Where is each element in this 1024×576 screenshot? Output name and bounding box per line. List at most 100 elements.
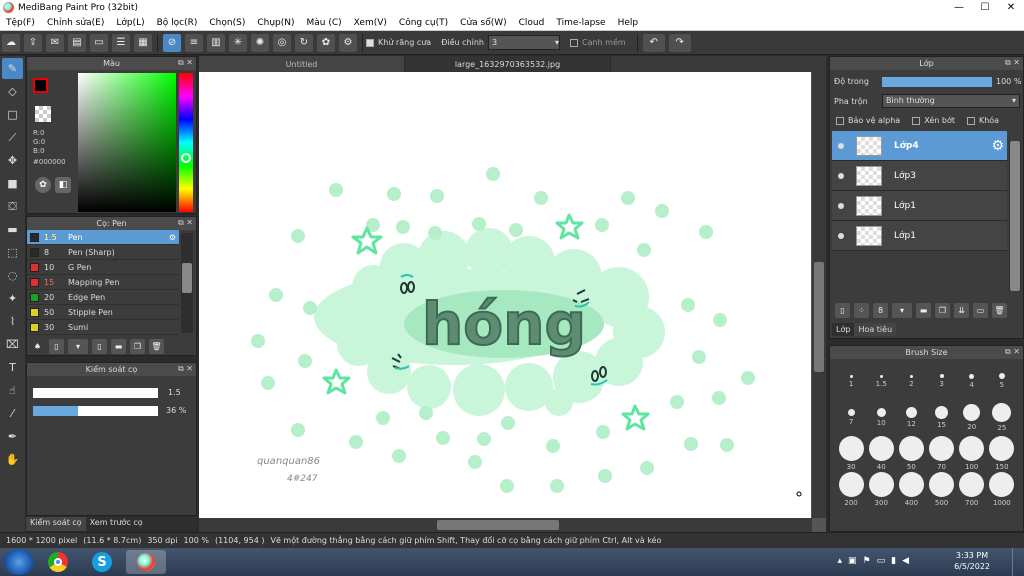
skype-icon[interactable]: S [82,550,122,574]
brush-size-cell[interactable]: 1.5 [867,363,895,399]
menu-view[interactable]: Xem(V) [348,18,393,28]
brush-size-cell[interactable]: 4 [958,363,986,399]
brush-item[interactable]: 8 Pen (Sharp) [27,245,179,260]
brush-item[interactable]: 15 Mapping Pen [27,275,179,290]
chat-icon[interactable]: ▤ [68,33,86,52]
windows-start-icon[interactable] [4,549,34,575]
trash-icon[interactable]: 🗑 [149,338,164,354]
brush-size-cell[interactable]: 700 [958,471,986,507]
brush-size-cell[interactable]: 100 [958,435,986,471]
clip-checkbox[interactable]: Xén bớt [912,116,955,125]
new-brush-icon[interactable]: ▯ [49,338,64,354]
curve-snap-icon[interactable]: ↻ [295,33,313,52]
brush-size-cell[interactable]: 15 [928,399,956,435]
bucket-tool-icon[interactable]: ⛋ [2,196,23,217]
tray-app-icon[interactable]: ▣ [848,556,857,566]
brush-size-cell[interactable]: 3 [928,363,956,399]
brush-opacity-slider[interactable] [33,406,158,416]
grid-icon[interactable]: ▦ [134,33,152,52]
menu-file[interactable]: Tệp(F) [0,18,41,28]
layer-row[interactable]: Lớp1 [832,191,1007,221]
maximize-button[interactable]: ☐ [972,0,998,15]
brush-size-slider[interactable] [33,388,158,398]
add-layer-menu-icon[interactable]: ▾ [892,302,912,318]
comment-icon[interactable]: ✉ [46,33,64,52]
flag-icon[interactable]: ⚑ [863,556,871,566]
brush-size-cell[interactable]: 500 [928,471,956,507]
text-tool-icon[interactable]: T [2,357,23,378]
lock-checkbox[interactable]: Khóa [966,116,999,125]
duplicate-icon[interactable]: ❐ [935,302,950,318]
brush-size-cell[interactable]: 200 [837,471,865,507]
brush-size-cell[interactable]: 2 [897,363,925,399]
menu-color[interactable]: Màu (C) [301,18,348,28]
correction-select[interactable]: 3 ▾ [487,35,560,50]
brush-size-cell[interactable]: 7 [837,399,865,435]
settings-snap-icon[interactable]: ✿ [317,33,335,52]
list-icon[interactable]: ☰ [112,33,130,52]
line-tool-icon[interactable]: ⟋ [2,127,23,148]
saturation-value-picker[interactable] [78,73,176,212]
tab-brush-control[interactable]: Kiểm soát cọ [26,517,86,531]
merge-icon[interactable]: ⇊ [954,302,969,318]
network-icon[interactable]: ▮ [891,556,896,566]
close-button[interactable]: ✕ [998,0,1024,15]
brush-tool-icon[interactable]: ✎ [2,58,23,79]
panel-close-icon[interactable]: ⧉ ✕ [1005,58,1020,68]
canvas[interactable]: hóng quanquan86 4#247 [199,72,811,518]
radial-snap-icon[interactable]: ✺ [251,33,269,52]
antialias-checkbox[interactable] [366,38,374,47]
brush-size-cell[interactable]: 10 [867,399,895,435]
folder-icon[interactable]: ▬ [111,338,126,354]
gradient-tool-icon[interactable]: ▬ [2,219,23,240]
layer-list-scrollbar[interactable] [1009,141,1021,291]
tab-image[interactable]: large_1632970363532.jpg [405,56,611,72]
menu-tools[interactable]: Công cụ(T) [393,18,454,28]
layer-row[interactable]: Lớp4 ⚙ [832,131,1007,161]
gear-icon[interactable]: ⚙ [991,138,1004,154]
layer-opacity-slider[interactable] [882,77,992,87]
page-icon[interactable]: ▭ [90,33,108,52]
move-tool-icon[interactable]: ✥ [2,150,23,171]
fill-rect-tool-icon[interactable]: ■ [2,173,23,194]
brush-size-cell[interactable]: 30 [837,435,865,471]
foreground-swatch[interactable] [33,78,48,93]
clear-icon[interactable]: ▭ [973,302,988,318]
folder-icon[interactable]: ▬ [916,302,931,318]
color-settings-icon[interactable]: ◧ [55,177,71,193]
brush-size-cell[interactable]: 20 [958,399,986,435]
smooth-checkbox[interactable] [569,38,578,47]
brush-size-cell[interactable]: 25 [988,399,1016,435]
tab-navigator[interactable]: Hoa tiêu [854,323,897,336]
tab-untitled[interactable]: Untitled [199,56,405,72]
eye-icon[interactable] [838,143,844,149]
brush-list-scrollbar[interactable] [181,233,193,333]
minimize-button[interactable]: — [946,0,972,15]
circle-snap-icon[interactable]: ◎ [273,33,291,52]
tray-arrow-icon[interactable]: ▴ [837,556,842,566]
chrome-icon[interactable] [38,550,78,574]
magic-wand-tool-icon[interactable]: ✦ [2,288,23,309]
eye-icon[interactable] [838,173,844,179]
brush-item[interactable]: 50 Stipple Pen [27,305,179,320]
brush-import-icon[interactable]: ▾ [68,338,88,354]
new-halftone-layer-icon[interactable]: ⁘ [854,302,869,318]
new-8bit-layer-icon[interactable]: 8 [873,302,888,318]
vanish-snap-icon[interactable]: ✳ [229,33,247,52]
brush-size-cell[interactable]: 5 [988,363,1016,399]
eraser-tool-icon[interactable]: ◇ [2,81,23,102]
horizontal-scrollbar[interactable] [199,518,812,532]
panel-close-icon[interactable]: ⧉ ✕ [1005,347,1020,357]
palette-icon[interactable]: ✿ [35,177,51,193]
brush-size-cell[interactable]: 150 [988,435,1016,471]
clock[interactable]: 3:33 PM 6/5/2022 [954,550,990,572]
undo-icon[interactable]: ↶ [642,33,665,52]
protect-alpha-checkbox[interactable]: Bảo vệ alpha [836,116,900,125]
brush-add-icon[interactable]: ♠ [30,339,45,354]
menu-help[interactable]: Help [612,18,645,28]
menu-select[interactable]: Chọn(S) [203,18,251,28]
operation-tool-icon[interactable]: ☝ [2,380,23,401]
menu-edit[interactable]: Chỉnh sửa(E) [41,18,110,28]
brush-copy-icon[interactable]: ▯ [92,338,107,354]
brush-size-cell[interactable]: 400 [897,471,925,507]
